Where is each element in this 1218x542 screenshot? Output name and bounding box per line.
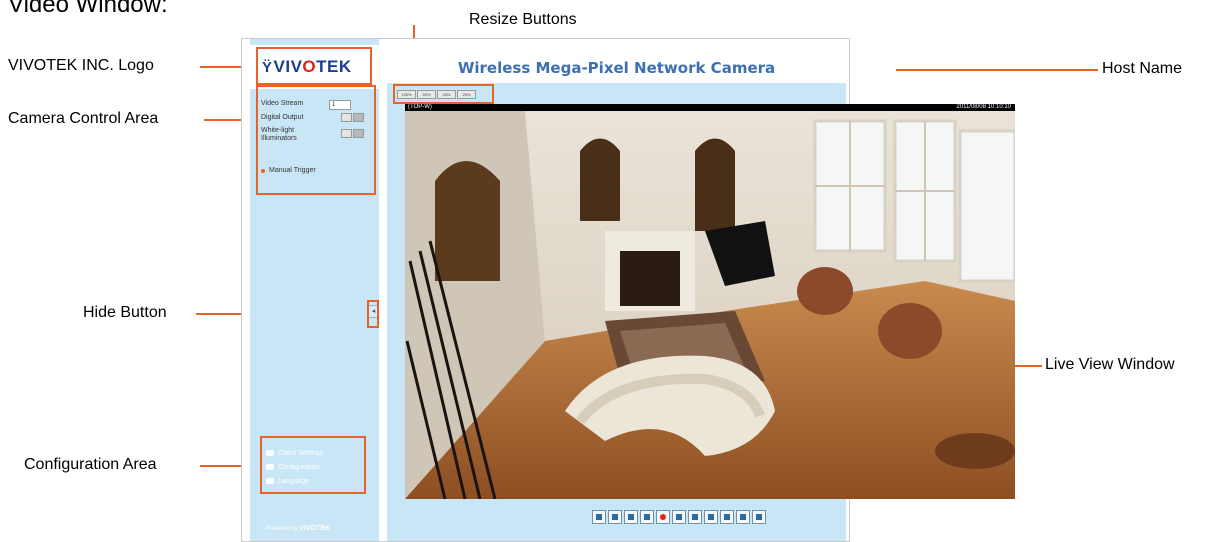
mic-volume-button[interactable] [720,510,734,524]
snapshot-icon [596,514,602,520]
zoom-icon [612,514,618,520]
sidebar-footer: Powered by VIVOTEK [266,525,330,532]
video-overlay-right: 2011/08/08 10:10:10 [956,104,1011,110]
live-view-scene [405,111,1015,499]
pip-button[interactable] [736,510,750,524]
pip-icon [740,514,746,520]
configuration-highlight [260,436,366,494]
callout-configuration: Configuration Area [24,456,157,473]
stop-icon [644,514,650,520]
mute-button[interactable] [688,510,702,524]
footer-brand: VIVOTEK [299,525,331,532]
pause-icon [628,514,634,520]
host-name: Wireless Mega-Pixel Network Camera [457,59,776,77]
callout-hide-button: Hide Button [83,304,167,321]
fullscreen-icon [756,514,762,520]
logo-highlight [256,47,372,85]
leader-host-name [896,69,1098,71]
live-view-window[interactable]: (TOP-W) 2011/08/08 10:10:10 [405,104,1015,499]
callout-live-view: Live View Window [1045,356,1175,373]
record-button[interactable] [656,510,670,524]
callout-host-name: Host Name [1102,60,1183,77]
mute-icon [692,514,698,520]
callout-camera-control: Camera Control Area [8,110,159,127]
record-icon [660,514,666,520]
volume-icon [676,514,682,520]
snapshot-button[interactable] [592,510,606,524]
video-overlay-left: (TOP-W) [408,104,432,110]
fullscreen-button[interactable] [752,510,766,524]
talk-button[interactable] [704,510,718,524]
resize-highlight [393,84,494,104]
mic-volume-icon [724,514,730,520]
hide-button-highlight [367,300,379,328]
pause-button[interactable] [624,510,638,524]
callout-resize-buttons: Resize Buttons [469,11,577,28]
digital-zoom-button[interactable] [608,510,622,524]
callout-logo: VIVOTEK INC. Logo [8,57,154,74]
stop-button[interactable] [640,510,654,524]
camera-control-highlight [256,85,376,195]
page-heading: Video Window: [8,0,168,18]
volume-button[interactable] [672,510,686,524]
microphone-icon [708,514,714,520]
footer-prefix: Powered by [266,526,298,532]
